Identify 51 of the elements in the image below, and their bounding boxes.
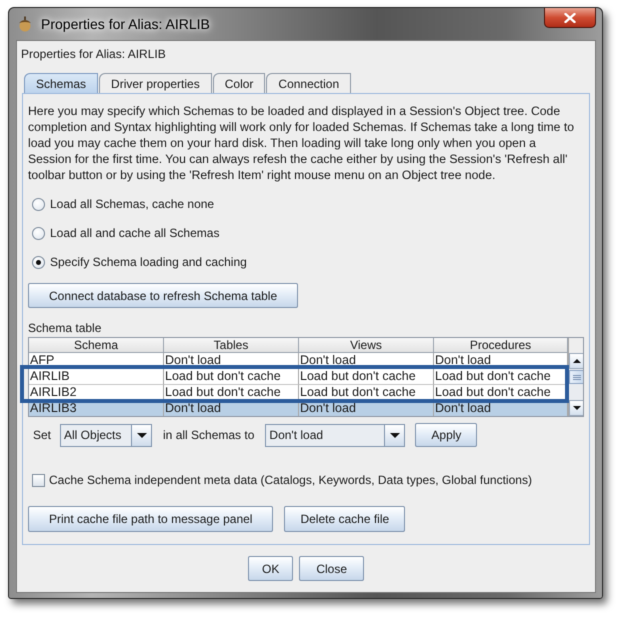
table-cell: AIRLIB3: [29, 401, 164, 416]
close-icon: [564, 12, 576, 22]
table-cell: Don't load: [164, 401, 299, 416]
scroll-thumb[interactable]: [569, 370, 583, 384]
caret-icon: [390, 432, 400, 438]
table-cell: Load but don't cache: [434, 385, 568, 401]
table-row[interactable]: AIRLIB Load but don't cache Load but don't cache Load but don't cache: [29, 369, 568, 385]
radio-label[interactable]: Specify Schema loading and caching: [50, 255, 247, 269]
close-button[interactable]: [544, 8, 596, 28]
set-label: Set: [33, 428, 52, 442]
panel-button[interactable]: Delete cache file: [284, 506, 406, 532]
radio-button[interactable]: [32, 198, 45, 210]
window-title: Properties for Alias: AIRLIB: [41, 16, 210, 32]
scroll-up-button[interactable]: [569, 353, 583, 369]
tab[interactable]: Color: [212, 73, 266, 93]
apply-button[interactable]: Apply: [415, 423, 478, 447]
object-type-dropdown[interactable]: All Objects: [60, 424, 152, 446]
up-arrow-icon: [572, 359, 580, 363]
grip-icon: [572, 374, 580, 380]
table-cell: Don't load: [434, 401, 568, 416]
column-header[interactable]: Procedures: [434, 338, 568, 353]
radio-button[interactable]: [32, 256, 45, 268]
load-mode-dropdown[interactable]: Don't load: [265, 424, 406, 446]
radio-label[interactable]: Load all and cache all Schemas: [50, 226, 220, 240]
radio-label[interactable]: Load all Schemas, cache none: [50, 197, 214, 211]
caret-icon: [136, 432, 147, 438]
scroll-down-button[interactable]: [569, 400, 583, 416]
checkbox-label[interactable]: Cache Schema independent meta data (Catalogs, Keywords, Data types, Global functions): [49, 473, 532, 487]
table-cell: AIRLIB2: [29, 385, 164, 401]
checkbox[interactable]: [32, 474, 45, 486]
down-arrow-icon: [572, 406, 580, 410]
tab[interactable]: Driver properties: [99, 73, 212, 93]
acorn-icon: [18, 16, 32, 32]
description-text: Here you may specify which Schemas to be loaded and displayed in a Session's Object tree. Code completion and Syntax highlighting will work only for loaded Schemas. If Schemas take a long time to load you may cache them on your hard disk. Then loading will take long only when you open a Session for the first time. You can always refesh the cache either by using the Session's 'Refresh all' toolbar button or by using the 'Refresh Item' right mouse menu on an Object tree node.: [28, 103, 576, 183]
dialog-button[interactable]: OK: [248, 556, 294, 581]
connect-button[interactable]: Connect database to refresh Schema table: [28, 283, 298, 308]
table-cell: Load but don't cache: [164, 385, 299, 401]
column-header[interactable]: Schema: [29, 338, 164, 353]
table-title: Schema table: [28, 321, 102, 335]
panel-button[interactable]: Print cache file path to message panel: [28, 506, 274, 532]
dialog-heading: Properties for Alias: AIRLIB: [21, 47, 166, 61]
dialog-button[interactable]: Close: [299, 556, 364, 581]
radio-button[interactable]: [32, 226, 45, 240]
column-header[interactable]: Views: [299, 338, 434, 353]
scrollbar[interactable]: [569, 353, 583, 416]
tab[interactable]: Schemas: [24, 73, 98, 93]
table-cell: Load but don't cache: [299, 385, 434, 401]
column-header[interactable]: Tables: [164, 338, 299, 353]
table-cell: Don't load: [299, 401, 434, 416]
tab[interactable]: Connection: [266, 73, 352, 93]
schemas-label: in all Schemas to: [163, 428, 254, 442]
